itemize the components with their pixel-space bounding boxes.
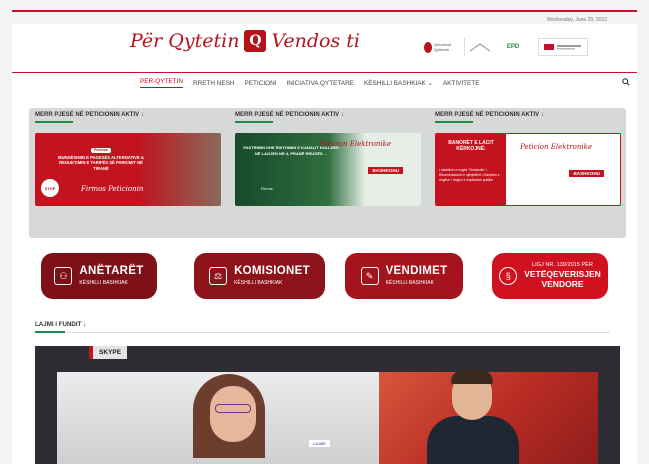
news-divider — [35, 332, 610, 333]
banner-description: MUNDËSIMIN E PAGESËS ALTERNATIVE & REDUK… — [58, 154, 144, 171]
latest-news-heading: LAJMI I FUNDIT ↓ — [35, 321, 87, 328]
button-title: ANËTARËT — [79, 265, 144, 278]
top-rule — [12, 10, 637, 12]
main-content: MERR PJESË NË PETICIONIN AKTIV ↓ MERR PJ… — [12, 93, 637, 464]
banner-pin-text: Firmos — [261, 187, 273, 191]
partner-label: Qendresa Qytetare — [433, 42, 452, 52]
partner-logo-2[interactable] — [464, 38, 494, 56]
decisions-icon: ✎ — [360, 267, 379, 285]
logo-text-left: Për Qytetin — [130, 30, 240, 52]
join-tag: BASHKOHU — [569, 170, 604, 177]
petition-column-2: MERR PJESË NË PETICIONIN AKTIV ↓ — [235, 112, 423, 123]
law-icon: § — [499, 267, 518, 285]
button-subtitle: KËSHILLI BASHKIAK — [385, 279, 434, 286]
petition-heading: MERR PJESË NË PETICIONIN AKTIV ↓ — [435, 112, 544, 118]
button-subtitle: KËSHILLI BASHKIAK — [234, 279, 283, 286]
participant-face — [210, 386, 256, 442]
petition-banner-canal[interactable]: PASTRIMIN DHE RIKTHIMIN E KANALIT KULLUE… — [235, 133, 421, 206]
members-button[interactable]: ⚇ ANËTARËT KËSHILLI BASHKIAK — [41, 253, 157, 299]
emblem-icon — [469, 43, 490, 52]
date-label: Wednesday, June 29, 2022 — [546, 17, 607, 23]
heading-underline — [235, 121, 273, 123]
law-number: LIGJ NR. 139/2015 PËR — [532, 262, 593, 269]
banner-title: BANORËT E LACIT KËRKOJNË: — [448, 140, 494, 153]
law-title-2: VENDORE — [541, 279, 584, 290]
nav-item-per-qytetin[interactable]: PER-QYTETIN — [140, 78, 183, 88]
page: Wednesday, June 29, 2022 Për Qytetin Q V… — [0, 0, 649, 464]
committees-button[interactable]: ⚖ KOMISIONET KËSHILLI BASHKIAK — [194, 253, 325, 299]
law-text: LIGJ NR. 139/2015 PËR VETËQEVERISJEN VEN… — [524, 262, 601, 289]
nav-item-rreth-nesh[interactable]: RRETH NESH — [193, 80, 235, 87]
local-government-law-button[interactable]: § LIGJ NR. 139/2015 PËR VETËQEVERISJEN V… — [492, 253, 608, 299]
heading-underline — [35, 121, 73, 123]
decisions-button[interactable]: ✎ VENDIMET KËSHILLI BASHKIAK — [345, 253, 463, 299]
heading-underline — [35, 331, 65, 333]
partner-logo-epd[interactable]: EPD — [498, 38, 528, 56]
banner-script: Peticion Elektronike — [319, 140, 391, 148]
nav-item-iniciativa[interactable]: INICIATIVA QYTETARE — [286, 80, 353, 87]
banner-tag: Peticion — [91, 148, 111, 153]
participant-hair — [451, 370, 493, 384]
glasses-icon — [215, 404, 251, 413]
join-tag: BASHKOHU — [368, 167, 403, 174]
petition-banner-parking[interactable]: Peticion MUNDËSIMIN E PAGESËS ALTERNATIV… — [35, 133, 221, 206]
banner-script: Peticion Elektronike — [520, 143, 592, 151]
button-title: KOMISIONET — [234, 265, 310, 278]
members-icon: ⚇ — [54, 267, 73, 285]
petition-column-3: MERR PJESË NË PETICIONIN AKTIV ↓ — [435, 112, 623, 123]
banner-script: Firmos Peticionin — [81, 185, 144, 193]
nav-item-aktivitete[interactable]: AKTIVITETE — [443, 80, 480, 87]
button-subtitle: KËSHILLI BASHKIAK — [79, 279, 128, 286]
partner-logo-qendresa[interactable]: Qendresa Qytetare — [424, 38, 458, 56]
button-title: VENDIMET — [385, 265, 448, 278]
heading-underline — [435, 121, 473, 123]
petition-heading: MERR PJESË NË PETICIONIN AKTIV ↓ — [235, 112, 344, 118]
search-icon[interactable] — [622, 78, 630, 88]
site-logo[interactable]: Për Qytetin Q Vendos ti — [130, 30, 360, 52]
logo-text-right: Vendos ti — [271, 30, 360, 52]
logo-badge-icon: Q — [244, 30, 267, 52]
petition-column-1: MERR PJESË NË PETICIONIN AKTIV ↓ — [35, 112, 223, 123]
partner-emblem-icon — [424, 41, 432, 53]
banner-demands: • Asfaltimin e rrugës "Xhelaludin" • Rik… — [439, 168, 500, 183]
partner-logo-4[interactable] — [538, 38, 588, 56]
lower-third-label: LAJME — [309, 440, 330, 447]
partner-mark-icon — [544, 44, 581, 50]
quick-links: ⚇ ANËTARËT KËSHILLI BASHKIAK ⚖ KOMISIONE… — [39, 253, 614, 301]
banner-text: Peticion MUNDËSIMIN E PAGESËS ALTERNATIV… — [53, 147, 149, 171]
petitions-panel: MERR PJESË NË PETICIONIN AKTIV ↓ MERR PJ… — [29, 108, 626, 238]
petition-banner-laci[interactable]: BANORËT E LACIT KËRKOJNË: • Asfaltimin e… — [435, 133, 621, 206]
site-header: Për Qytetin Q Vendos ti Qendresa Qytetar… — [12, 24, 637, 72]
latest-news-video[interactable]: SKYPE LAJME — [35, 346, 620, 464]
nav-item-keshilli[interactable]: KËSHILLI BASHKIAK ⌄ — [364, 79, 433, 87]
participant-suit — [427, 416, 519, 464]
stop-sign-icon: STOP — [41, 179, 59, 197]
partner-label: EPD — [506, 44, 520, 50]
nav-item-peticioni[interactable]: PETICIONI — [245, 80, 277, 87]
main-nav: PER-QYTETIN RRETH NESH PETICIONI INICIAT… — [12, 73, 637, 93]
law-title: VETËQEVERISJEN — [524, 269, 601, 280]
committees-icon: ⚖ — [209, 267, 228, 285]
video-source-tag: SKYPE — [89, 346, 128, 359]
petition-heading: MERR PJESË NË PETICIONIN AKTIV ↓ — [35, 112, 144, 118]
